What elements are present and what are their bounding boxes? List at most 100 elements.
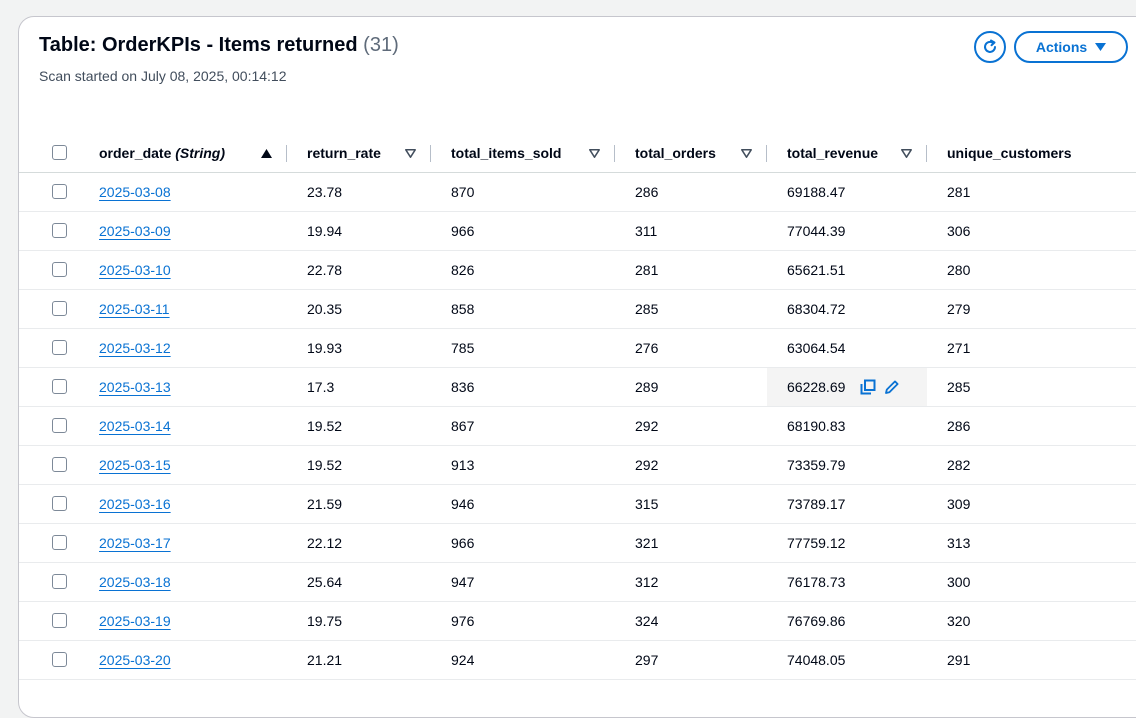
total-items-sold-cell: 836 xyxy=(451,379,475,395)
caret-down-icon xyxy=(1095,43,1107,51)
return-rate-cell: 25.64 xyxy=(307,574,343,590)
row-checkbox[interactable] xyxy=(52,379,67,394)
table-row: 2025-03-19 19.75 976 324 76769.86 320 xyxy=(19,602,1136,641)
order-date-link[interactable]: 2025-03-15 xyxy=(99,457,171,473)
total-orders-cell: 312 xyxy=(635,574,659,590)
unique-customers-cell: 271 xyxy=(947,340,971,356)
unique-customers-cell: 300 xyxy=(947,574,971,590)
table-row: 2025-03-15 19.52 913 292 73359.79 282 xyxy=(19,446,1136,485)
total-revenue-cell[interactable]: 63064.54 xyxy=(787,329,845,367)
total-revenue-cell[interactable]: 73359.79 xyxy=(787,446,845,484)
total-revenue-cell[interactable]: 69188.47 xyxy=(787,173,845,211)
copy-icon[interactable] xyxy=(860,379,876,395)
order-date-link[interactable]: 2025-03-09 xyxy=(99,223,171,239)
row-checkbox[interactable] xyxy=(52,418,67,433)
total-items-sold-cell: 826 xyxy=(451,262,475,278)
actions-label: Actions xyxy=(1035,39,1088,55)
total-items-sold-cell: 785 xyxy=(451,340,475,356)
column-header-order-date[interactable]: order_date (String) xyxy=(99,134,225,172)
column-divider[interactable] xyxy=(614,145,615,162)
row-checkbox[interactable] xyxy=(52,574,67,589)
sort-descending-icon[interactable] xyxy=(741,134,752,172)
column-divider[interactable] xyxy=(286,145,287,162)
order-date-link[interactable]: 2025-03-16 xyxy=(99,496,171,512)
return-rate-cell: 19.94 xyxy=(307,223,343,239)
row-checkbox[interactable] xyxy=(52,613,67,628)
total-orders-cell: 289 xyxy=(635,379,659,395)
return-rate-cell: 17.3 xyxy=(307,379,335,395)
sort-descending-icon[interactable] xyxy=(589,134,600,172)
refresh-button[interactable] xyxy=(974,31,1006,63)
page-title: Table: OrderKPIs - Items returned (31) xyxy=(39,34,399,57)
order-date-link[interactable]: 2025-03-18 xyxy=(99,574,171,590)
column-header-total-orders[interactable]: total_orders xyxy=(635,134,716,172)
order-date-link[interactable]: 2025-03-12 xyxy=(99,340,171,356)
return-rate-cell: 19.75 xyxy=(307,613,343,629)
row-checkbox[interactable] xyxy=(52,496,67,511)
column-header-total-items-sold[interactable]: total_items_sold xyxy=(451,134,561,172)
unique-customers-cell: 286 xyxy=(947,418,971,434)
total-revenue-cell[interactable]: 77044.39 xyxy=(787,212,845,250)
table-title: Table: OrderKPIs - Items returned xyxy=(39,34,358,56)
total-revenue-cell[interactable]: 68190.83 xyxy=(787,407,845,445)
order-date-link[interactable]: 2025-03-19 xyxy=(99,613,171,629)
unique-customers-cell: 282 xyxy=(947,457,971,473)
return-rate-cell: 19.52 xyxy=(307,418,343,434)
total-items-sold-cell: 867 xyxy=(451,418,475,434)
sort-descending-icon[interactable] xyxy=(901,134,912,172)
total-items-sold-cell: 913 xyxy=(451,457,475,473)
total-revenue-cell[interactable]: 73789.17 xyxy=(787,485,845,523)
table-row: 2025-03-09 19.94 966 311 77044.39 306 xyxy=(19,212,1136,251)
total-revenue-cell[interactable]: 76178.73 xyxy=(787,563,845,601)
sort-ascending-icon[interactable] xyxy=(261,134,272,172)
total-orders-cell: 311 xyxy=(635,223,658,239)
row-checkbox[interactable] xyxy=(52,301,67,316)
total-revenue-cell[interactable]: 77759.12 xyxy=(787,524,845,562)
order-date-link[interactable]: 2025-03-10 xyxy=(99,262,171,278)
order-date-link[interactable]: 2025-03-17 xyxy=(99,535,171,551)
table-row: 2025-03-08 23.78 870 286 69188.47 281 xyxy=(19,173,1136,212)
unique-customers-cell: 306 xyxy=(947,223,971,239)
table-row: 2025-03-11 20.35 858 285 68304.72 279 xyxy=(19,290,1136,329)
row-checkbox[interactable] xyxy=(52,223,67,238)
order-date-link[interactable]: 2025-03-14 xyxy=(99,418,171,434)
total-orders-cell: 285 xyxy=(635,301,659,317)
row-checkbox[interactable] xyxy=(52,184,67,199)
order-date-link[interactable]: 2025-03-08 xyxy=(99,184,171,200)
total-items-sold-cell: 858 xyxy=(451,301,475,317)
order-date-link[interactable]: 2025-03-11 xyxy=(99,301,170,317)
order-date-link[interactable]: 2025-03-20 xyxy=(99,652,171,668)
table-row: 2025-03-20 21.21 924 297 74048.05 291 xyxy=(19,641,1136,680)
unique-customers-cell: 320 xyxy=(947,613,971,629)
column-header-unique-customers[interactable]: unique_customers xyxy=(947,134,1071,172)
row-checkbox[interactable] xyxy=(52,652,67,667)
sort-descending-icon[interactable] xyxy=(405,134,416,172)
row-checkbox[interactable] xyxy=(52,262,67,277)
total-orders-cell: 321 xyxy=(635,535,659,551)
select-all-checkbox[interactable] xyxy=(52,145,67,160)
column-divider[interactable] xyxy=(766,145,767,162)
total-revenue-cell[interactable]: 74048.05 xyxy=(787,641,845,679)
return-rate-cell: 21.21 xyxy=(307,652,343,668)
order-date-link[interactable]: 2025-03-13 xyxy=(99,379,171,395)
column-header-return-rate[interactable]: return_rate xyxy=(307,134,381,172)
return-rate-cell: 19.52 xyxy=(307,457,343,473)
total-revenue-cell[interactable]: 68304.72 xyxy=(787,290,845,328)
cell-actions xyxy=(860,368,900,406)
scan-status: Scan started on July 08, 2025, 00:14:12 xyxy=(39,68,287,84)
unique-customers-cell: 281 xyxy=(947,184,971,200)
row-checkbox[interactable] xyxy=(52,340,67,355)
edit-pencil-icon[interactable] xyxy=(884,379,900,395)
column-divider[interactable] xyxy=(926,145,927,162)
unique-customers-cell: 313 xyxy=(947,535,971,551)
row-checkbox[interactable] xyxy=(52,535,67,550)
column-header-total-revenue[interactable]: total_revenue xyxy=(787,134,878,172)
total-revenue-cell[interactable]: 65621.51 xyxy=(787,251,845,289)
actions-button[interactable]: Actions xyxy=(1014,31,1128,63)
total-revenue-cell[interactable]: 76769.86 xyxy=(787,602,845,640)
total-items-sold-cell: 966 xyxy=(451,223,475,239)
row-checkbox[interactable] xyxy=(52,457,67,472)
column-divider[interactable] xyxy=(430,145,431,162)
total-revenue-cell[interactable]: 66228.69 xyxy=(787,368,845,406)
table-row: 2025-03-14 19.52 867 292 68190.83 286 xyxy=(19,407,1136,446)
